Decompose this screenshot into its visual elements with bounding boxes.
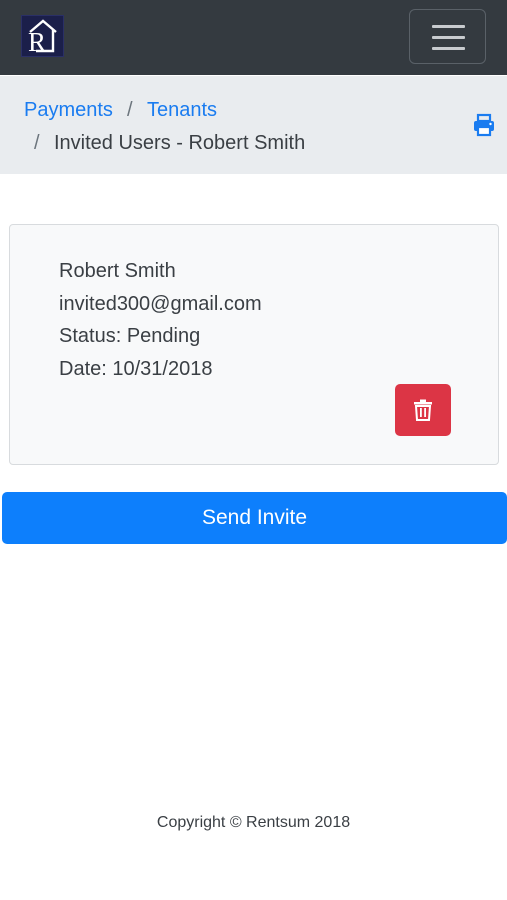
- delete-invite-button[interactable]: [395, 384, 451, 436]
- print-icon: [474, 113, 494, 137]
- brand-logo[interactable]: R: [21, 15, 64, 57]
- invitee-email: invited300@gmail.com: [59, 293, 262, 315]
- invitee-name: Robert Smith: [59, 260, 176, 282]
- invited-user-card: Robert Smith invited300@gmail.com Status…: [9, 224, 499, 465]
- top-navbar: R: [0, 0, 507, 75]
- trash-icon: [414, 399, 432, 421]
- invite-status: Status: Pending: [59, 325, 201, 347]
- house-logo-icon: R: [28, 19, 57, 56]
- breadcrumb-payments-link[interactable]: Payments: [24, 97, 113, 123]
- print-button[interactable]: [472, 113, 496, 137]
- footer-copyright: Copyright © Rentsum 2018: [156, 814, 351, 831]
- send-invite-button[interactable]: Send Invite: [2, 492, 507, 544]
- breadcrumb-tenants-link[interactable]: Tenants: [147, 97, 217, 123]
- breadcrumb-separator: /: [127, 99, 133, 121]
- brand-letter: R: [28, 27, 46, 56]
- breadcrumb-separator: /: [34, 132, 40, 154]
- menu-toggle-button[interactable]: [409, 9, 486, 64]
- breadcrumb-current: Invited Users - Robert Smith: [54, 132, 306, 154]
- invite-date: Date: 10/31/2018: [59, 358, 213, 380]
- breadcrumb: [0, 76, 507, 174]
